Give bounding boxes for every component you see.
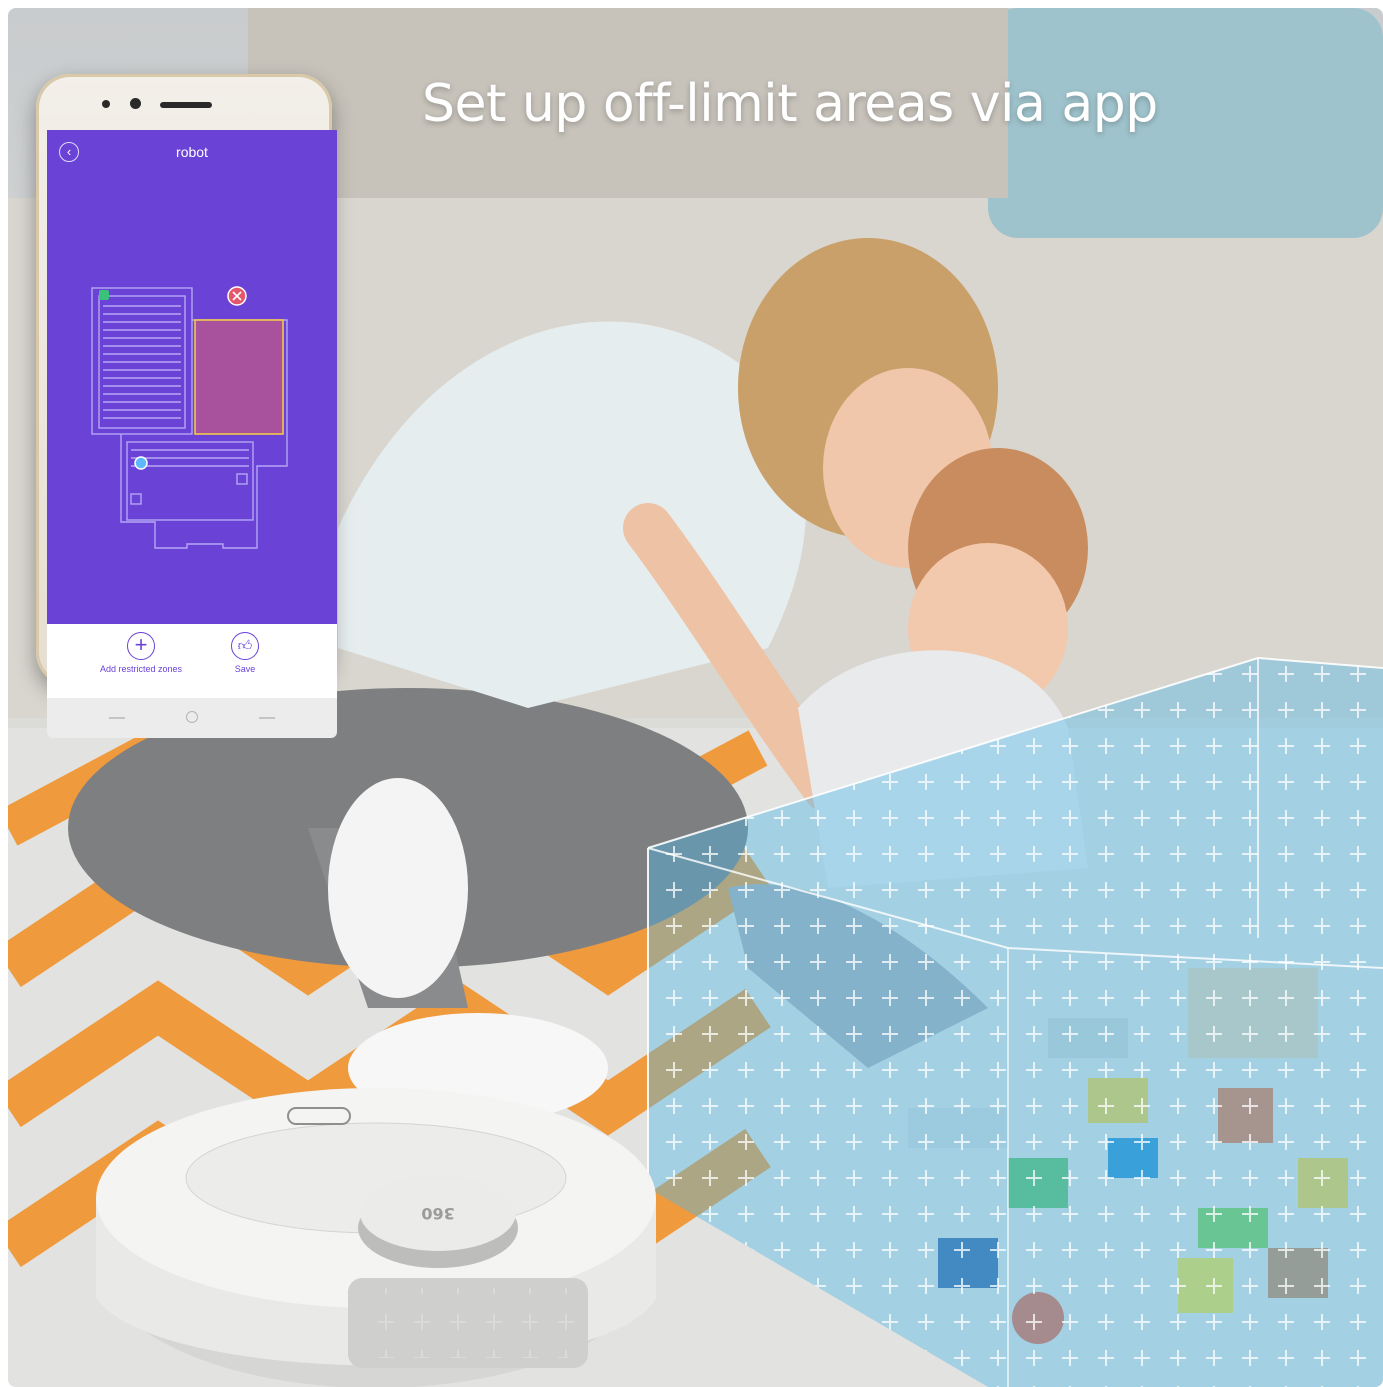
restricted-zone[interactable] <box>194 319 284 435</box>
product-scene: 360 Set up off-limit areas via app ‹ rob… <box>8 8 1383 1387</box>
phone-speaker <box>160 102 212 108</box>
action-bar: + Add restricted zones 👍︎ Save <box>47 624 337 698</box>
save-label: Save <box>234 664 256 674</box>
nav-recent-icon[interactable] <box>259 717 275 719</box>
headline: Set up off-limit areas via app <box>422 74 1158 134</box>
app-screen: ‹ robot <box>47 130 337 624</box>
save-button[interactable]: 👍︎ Save <box>215 632 275 674</box>
phone-sensor-icon <box>102 100 110 108</box>
add-restricted-zones-button[interactable]: + Add restricted zones <box>85 632 197 674</box>
phone-camera-icon <box>130 98 141 109</box>
robot-logo: 360 <box>421 1204 454 1223</box>
charging-dock-icon <box>99 290 109 300</box>
add-restricted-zones-label: Add restricted zones <box>99 664 183 674</box>
floor-map <box>91 286 288 549</box>
plus-icon: + <box>127 632 155 660</box>
robot-vacuum <box>96 1088 656 1387</box>
nav-back-icon[interactable] <box>109 717 125 719</box>
phone-nav-bar <box>47 698 337 738</box>
thumbs-up-icon: 👍︎ <box>231 632 259 660</box>
phone-mockup: ‹ robot + Add restricted zones 👍︎ Save <box>36 74 337 738</box>
robot-position-icon <box>134 456 148 470</box>
nav-home-icon[interactable] <box>186 711 198 723</box>
